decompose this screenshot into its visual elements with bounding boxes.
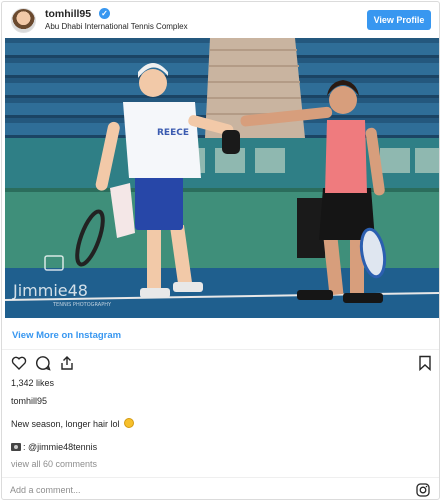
photo-credit: : @jimmie48tennis xyxy=(11,442,97,452)
bookmark-icon[interactable] xyxy=(417,355,433,371)
camera-icon xyxy=(11,443,21,451)
username[interactable]: tomhill95 xyxy=(45,8,91,20)
post-photo[interactable]: REECE Jimmie48 TENNIS PHOTOGRAPHY xyxy=(5,38,439,318)
location-label[interactable]: Abu Dhabi International Tennis Complex xyxy=(45,22,188,31)
heart-icon[interactable] xyxy=(11,355,27,371)
comment-icon[interactable] xyxy=(35,355,51,371)
share-icon[interactable] xyxy=(59,355,75,371)
photo-credit-text[interactable]: : @jimmie48tennis xyxy=(23,442,97,452)
laughing-emoji-icon xyxy=(124,418,135,428)
caption-username[interactable]: tomhill95 xyxy=(11,396,47,406)
watermark-subtext: TENNIS PHOTOGRAPHY xyxy=(52,302,112,308)
instagram-embed-card: tomhill95 ✓ Abu Dhabi International Tenn… xyxy=(1,1,440,500)
post-header: tomhill95 ✓ Abu Dhabi International Tenn… xyxy=(2,2,439,38)
comment-bar xyxy=(2,477,439,499)
avatar[interactable] xyxy=(11,8,36,33)
caption-text: New season, longer hair lol xyxy=(11,418,135,429)
view-all-comments-link[interactable]: view all 60 comments xyxy=(11,459,97,469)
view-more-link[interactable]: View More on Instagram xyxy=(12,330,121,341)
shirt-text: REECE xyxy=(157,128,189,138)
verified-badge-icon: ✓ xyxy=(99,8,110,19)
instagram-logo-icon[interactable] xyxy=(416,483,430,497)
comment-input[interactable] xyxy=(10,483,390,497)
caption-body: New season, longer hair lol xyxy=(11,419,120,429)
watermark-text: Jimmie48 xyxy=(12,281,88,300)
likes-count[interactable]: 1,342 likes xyxy=(11,378,54,388)
action-bar xyxy=(2,350,439,376)
view-more-bar: View More on Instagram xyxy=(2,320,439,350)
view-profile-button[interactable]: View Profile xyxy=(367,10,431,30)
